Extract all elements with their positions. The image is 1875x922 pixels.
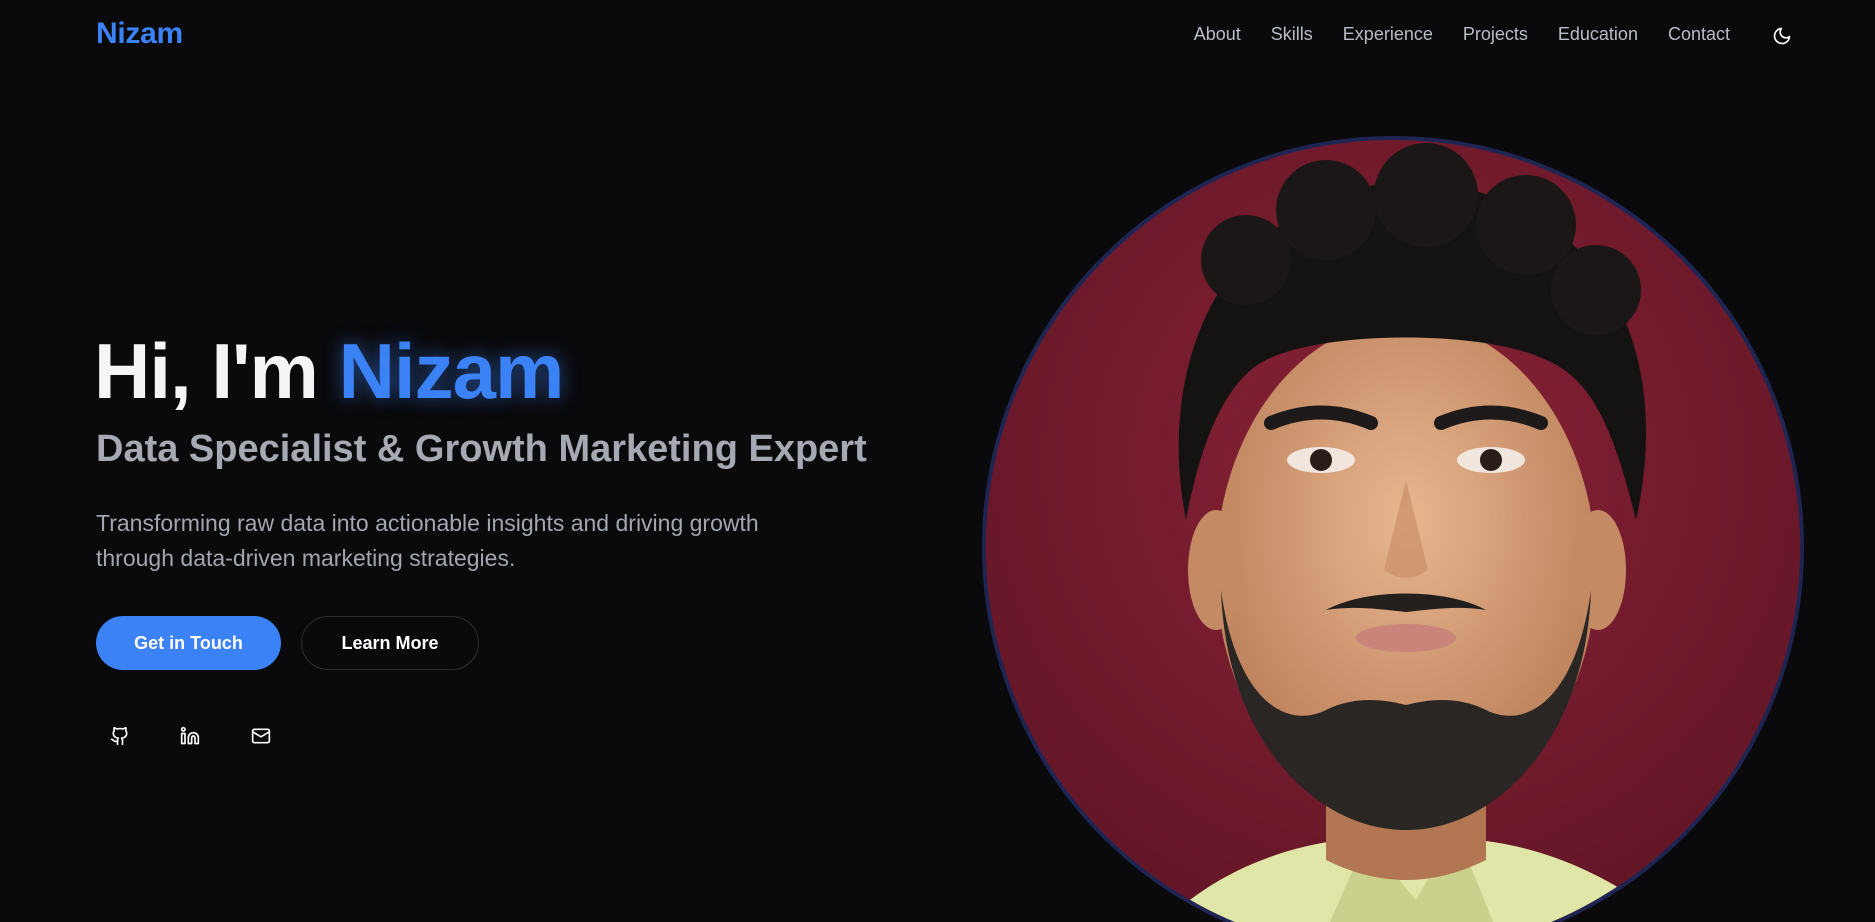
portfolio-page: Nizam About Skills Experience Projects E…	[0, 0, 1875, 922]
github-icon	[110, 726, 128, 746]
github-link[interactable]	[98, 718, 142, 754]
linkedin-icon	[180, 726, 200, 745]
get-in-touch-button[interactable]: Get in Touch	[96, 616, 281, 670]
hero-greeting: Hi, I'm	[94, 327, 339, 415]
site-logo[interactable]: Nizam	[96, 17, 183, 51]
hero-subtitle: Data Specialist & Growth Marketing Exper…	[96, 428, 867, 470]
nav-about[interactable]: About	[1194, 24, 1241, 45]
theme-toggle-button[interactable]	[1767, 18, 1797, 54]
nav-links: About Skills Experience Projects Educati…	[1194, 24, 1730, 45]
nav-education[interactable]: Education	[1558, 24, 1638, 45]
top-navbar: Nizam About Skills Experience Projects E…	[0, 0, 1875, 72]
email-link[interactable]	[239, 718, 283, 754]
nav-experience[interactable]: Experience	[1343, 24, 1433, 45]
nav-skills[interactable]: Skills	[1271, 24, 1313, 45]
hero-name: Nizam	[338, 327, 565, 415]
nav-contact[interactable]: Contact	[1668, 24, 1730, 45]
moon-icon	[1773, 27, 1791, 45]
learn-more-button[interactable]: Learn More	[301, 616, 479, 670]
nav-projects[interactable]: Projects	[1463, 24, 1528, 45]
hero-description: Transforming raw data into actionable in…	[96, 510, 759, 571]
portrait-illustration	[986, 140, 1800, 922]
profile-photo	[982, 136, 1804, 922]
mail-icon	[251, 728, 271, 744]
hero-heading: Hi, I'm Nizam	[94, 326, 565, 416]
linkedin-link[interactable]	[168, 718, 212, 754]
